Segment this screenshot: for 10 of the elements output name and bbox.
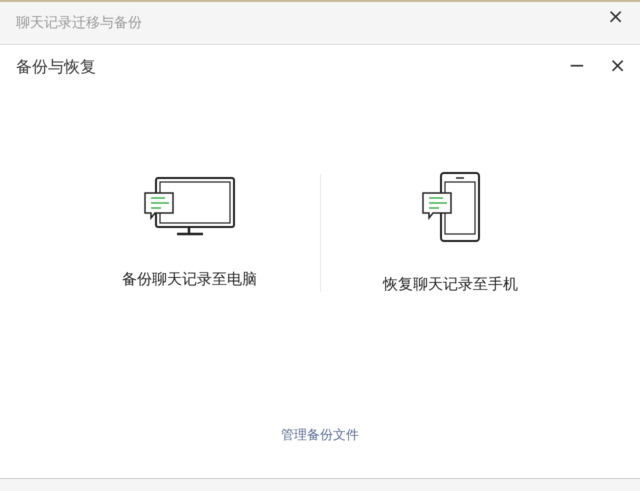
option-button[interactable]: 备份聊天记录至电脑: [60, 175, 320, 290]
computer-chat-icon: [142, 176, 236, 238]
option-button[interactable]: 恢复聊天记录至手机: [320, 170, 580, 295]
dialog-title: 备份与恢复: [16, 56, 97, 78]
window-title: 聊天记录迁移与备份: [16, 14, 143, 32]
phone-chat-icon: [420, 171, 480, 243]
minimize-button[interactable]: −: [564, 55, 590, 75]
close-button[interactable]: ×: [603, 6, 628, 26]
close-button[interactable]: ×: [605, 55, 630, 75]
manage-backup-link[interactable]: 管理备份文件: [281, 426, 359, 444]
